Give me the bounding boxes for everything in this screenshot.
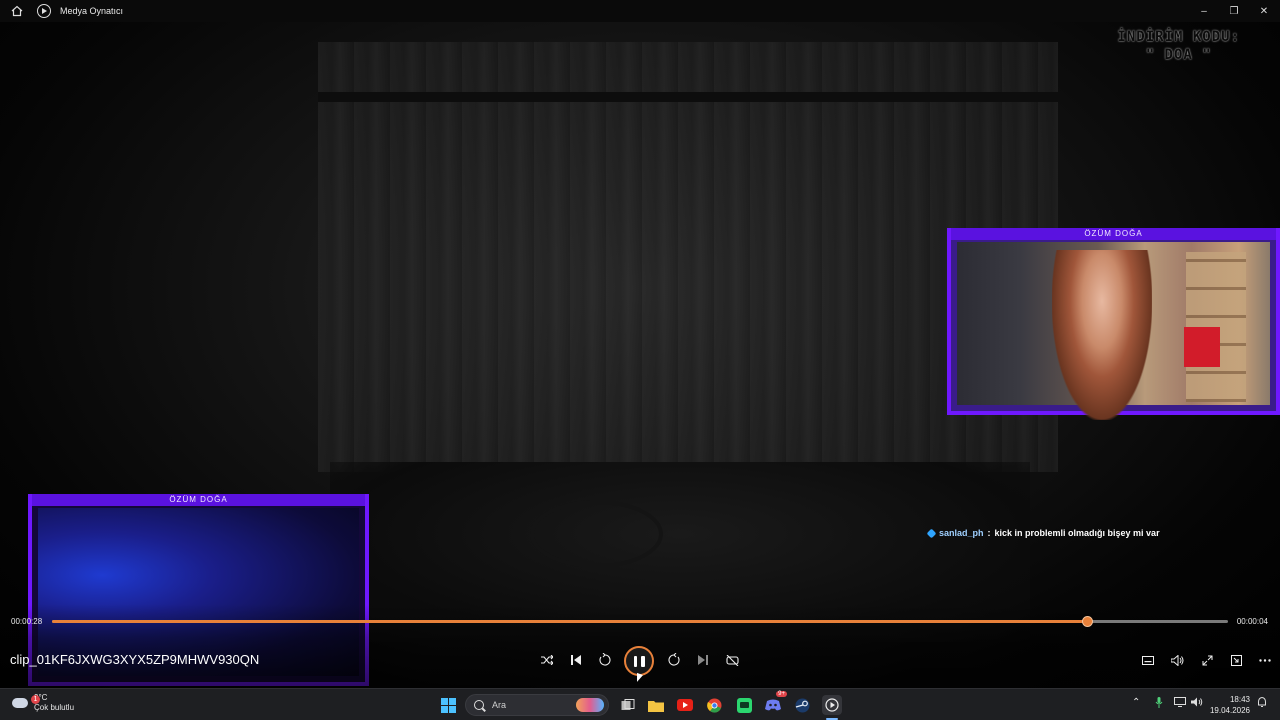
more-icon[interactable] (1255, 650, 1275, 670)
streaming-app-icon[interactable] (734, 695, 754, 715)
captions-icon[interactable] (1138, 650, 1158, 670)
clock-date: 19.04.2026 (1209, 706, 1250, 715)
streamer-figure (1052, 250, 1152, 420)
clip-title: clip_01KF6JXWG3XYX5ZP9MHWV930QN (10, 652, 260, 667)
webcam-scene (957, 242, 1270, 420)
media-player-taskbar-icon[interactable] (822, 695, 842, 715)
app-title: Medya Oynatıcı (60, 6, 124, 16)
weather-badge: 1 (31, 695, 40, 704)
network-icon[interactable] (1174, 697, 1186, 710)
close-button[interactable]: ✕ (1248, 0, 1280, 22)
title-bar: Medya Oynatıcı – ❐ ✕ (0, 0, 1280, 22)
microphone-icon[interactable] (1155, 697, 1163, 711)
seek-progress (52, 620, 1087, 623)
skip-forward-30-button[interactable] (664, 650, 684, 670)
chat-separator: : (987, 528, 991, 538)
pause-icon (633, 655, 645, 667)
chat-message: sanlad_ph : kick in problemli olmadığı b… (926, 528, 1160, 538)
video-scene-beam (318, 92, 1058, 102)
pause-button[interactable] (624, 646, 654, 676)
search-highlight-icon (576, 698, 604, 712)
webcam-label: ÖZÜM DOĞA (951, 228, 1276, 240)
fullscreen-icon[interactable] (1197, 650, 1217, 670)
skip-back-10-button[interactable] (595, 650, 615, 670)
watermark-line-2: " DOA " (1145, 47, 1212, 63)
search-placeholder: Ara (492, 700, 507, 710)
windows-start-icon[interactable] (438, 695, 458, 715)
remaining-time: 00:00:04 (1236, 617, 1268, 626)
chevron-up-icon[interactable]: ⌃ (1132, 697, 1140, 708)
weather-widget[interactable]: 1 9°C Çok bulutlu (12, 693, 74, 713)
repeat-off-icon[interactable] (722, 650, 742, 670)
discord-badge: 9+ (776, 691, 787, 697)
seek-thumb[interactable] (1081, 616, 1093, 627)
weather-desc: Çok bulutlu (34, 703, 75, 712)
webcam-red-drawers (1184, 327, 1220, 367)
discount-code-watermark: İNDİRİM KODU: " DOA " (1117, 28, 1240, 64)
chrome-icon[interactable] (704, 695, 724, 715)
task-view-icon[interactable] (618, 695, 638, 715)
previous-icon[interactable] (566, 650, 586, 670)
watermark-line-1: İNDİRİM KODU: (1117, 29, 1240, 45)
seek-bar[interactable] (52, 616, 1228, 627)
video-scene-wheel (530, 500, 663, 568)
clock-time: 18:43 (1229, 695, 1250, 704)
youtube-icon[interactable] (675, 695, 695, 715)
file-explorer-icon[interactable] (646, 695, 666, 715)
mouse-cursor-icon (637, 672, 643, 685)
taskbar-search[interactable]: Ara (465, 694, 609, 716)
elapsed-time: 00:00:28 (11, 617, 43, 626)
volume-icon[interactable] (1167, 650, 1187, 670)
weather-temp: 9°C (34, 693, 48, 702)
webcam-overlay-right: ÖZÜM DOĞA (947, 228, 1280, 420)
weather-text: 9°C Çok bulutlu (34, 693, 74, 713)
minimize-button[interactable]: – (1188, 0, 1220, 22)
miniplayer-icon[interactable] (1226, 650, 1246, 670)
home-icon[interactable] (9, 3, 25, 19)
chat-text: kick in problemli olmadığı bişey mi var (994, 528, 1160, 538)
cloud-icon (12, 698, 28, 708)
next-icon[interactable] (693, 650, 713, 670)
discord-icon[interactable]: 9+ (763, 691, 787, 715)
maximize-button[interactable]: ❐ (1218, 0, 1250, 22)
search-icon (474, 700, 484, 710)
speaker-icon[interactable] (1191, 697, 1203, 710)
notification-bell-icon[interactable] (1257, 696, 1267, 711)
video-canvas[interactable]: İNDİRİM KODU: " DOA " ÖZÜM DOĞA ÖZÜM DOĞ… (0, 22, 1280, 688)
webcam-label: ÖZÜM DOĞA (32, 494, 365, 506)
media-player-app-icon (37, 4, 51, 18)
shuffle-icon[interactable] (537, 650, 557, 670)
system-clock[interactable]: 18:43 19.04.2026 (1210, 694, 1250, 716)
chat-username: sanlad_ph (939, 528, 984, 538)
chat-badge-icon (926, 528, 937, 538)
taskbar: 1 9°C Çok bulutlu Ara 9+ ⌃ 18:43 19.04.2… (0, 688, 1280, 720)
steam-icon[interactable] (792, 695, 812, 715)
